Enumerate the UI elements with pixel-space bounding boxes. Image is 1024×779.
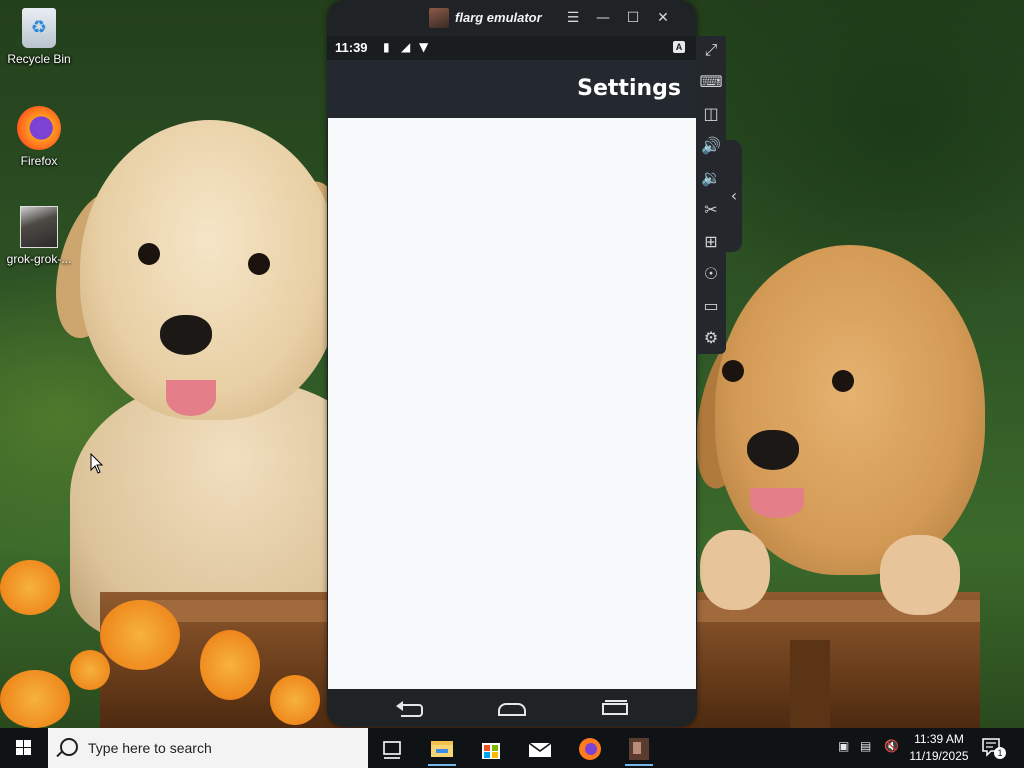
taskbar-search[interactable]: Type here to search <box>48 728 368 768</box>
firefox-icon <box>579 738 601 760</box>
emulator-window: flarg emulator ☰ — ☐ ✕ 11:39 ▮ ◢ ▼ A Set… <box>327 0 697 727</box>
emulator-title: flarg emulator <box>455 10 542 25</box>
emulator-toolbar: ⤢ ⌨ ◫ 🔊 🔉 ✂ ⊞ ☉ ▭ ⚙ <box>696 36 726 354</box>
close-icon[interactable]: ✕ <box>652 8 674 28</box>
emulator-titlebar[interactable]: flarg emulator ☰ — ☐ ✕ <box>327 0 697 36</box>
flower <box>100 600 180 670</box>
fullscreen-icon[interactable]: ⤢ <box>699 38 723 62</box>
multi-instance-icon[interactable]: ⊞ <box>699 230 723 254</box>
android-status-bar: 11:39 ▮ ◢ ▼ A <box>327 36 697 60</box>
task-view-icon <box>383 741 401 759</box>
mail-icon <box>528 742 552 757</box>
puppy-tongue <box>750 488 804 518</box>
settings-content <box>328 118 696 689</box>
flower <box>0 560 60 615</box>
recycle-bin-icon <box>22 8 56 48</box>
puppy-eye <box>248 253 270 275</box>
flower <box>0 670 70 728</box>
flower <box>270 675 320 725</box>
flarg-emulator-icon <box>629 738 649 760</box>
taskbar: Type here to search ▣ ▤ 🔇 11:39 AM 11/19… <box>0 728 1024 768</box>
windows-logo-icon <box>16 740 31 755</box>
active-indicator <box>625 764 653 766</box>
puppy-nose <box>160 315 212 355</box>
search-icon <box>60 738 78 756</box>
keyboard-icon[interactable]: ⌨ <box>699 70 723 94</box>
puppy-left-head <box>80 120 340 420</box>
firefox-icon <box>17 106 61 150</box>
network-icon[interactable]: ▤ <box>860 739 871 779</box>
desktop-icon-label: Recycle Bin <box>7 52 71 66</box>
image-file-icon <box>20 206 58 248</box>
puppy-eye <box>832 370 854 392</box>
puppy-tongue <box>166 380 216 416</box>
volume-up-icon[interactable]: 🔊 <box>699 134 723 158</box>
clock-time: 11:39 AM <box>914 732 964 746</box>
shake-icon[interactable]: ▭ <box>699 294 723 318</box>
flower <box>70 650 110 690</box>
flower <box>200 630 260 700</box>
status-badge: A <box>673 41 685 53</box>
location-icon[interactable]: ☉ <box>699 262 723 286</box>
toolbar-collapse-handle[interactable]: ‹ <box>726 140 742 252</box>
recent-apps-icon[interactable] <box>602 699 628 717</box>
puppy-eye <box>722 360 744 382</box>
install-apk-icon[interactable]: ◫ <box>699 102 723 126</box>
desktop-icon-recycle-bin[interactable]: Recycle Bin <box>1 8 77 66</box>
mail-button[interactable] <box>520 732 560 766</box>
active-indicator <box>428 764 456 766</box>
puppy-paw <box>880 535 960 615</box>
android-nav-bar <box>327 689 697 727</box>
menu-icon[interactable]: ☰ <box>562 8 584 28</box>
back-icon[interactable] <box>395 699 423 717</box>
puppy-paw <box>700 530 770 610</box>
wifi-icon: ▼ <box>419 40 429 54</box>
maximize-icon[interactable]: ☐ <box>622 8 644 28</box>
store-button[interactable] <box>471 732 511 766</box>
minimize-icon[interactable]: — <box>592 8 614 28</box>
store-icon <box>482 743 500 759</box>
home-icon[interactable] <box>498 699 526 717</box>
crate-post <box>790 640 830 728</box>
chevron-left-icon[interactable]: ‹ <box>727 186 741 206</box>
battery-icon: ▮ <box>383 40 390 54</box>
start-button[interactable] <box>0 728 48 768</box>
app-bar: Settings <box>327 60 697 118</box>
desktop-icon-grok[interactable]: grok-grok-... <box>1 206 77 266</box>
volume-muted-icon[interactable]: 🔇 <box>884 739 899 779</box>
settings-icon[interactable]: ⚙ <box>699 326 723 350</box>
screenshot-icon[interactable]: ✂ <box>699 198 723 222</box>
flarg-emulator-button[interactable] <box>619 732 659 766</box>
firefox-button[interactable] <box>570 732 610 766</box>
taskbar-clock[interactable]: 11:39 AM 11/19/2025 <box>904 731 974 765</box>
notification-count: 1 <box>994 747 1006 759</box>
file-explorer-icon <box>431 741 453 757</box>
volume-down-icon[interactable]: 🔉 <box>699 166 723 190</box>
page-title: Settings <box>577 76 681 101</box>
task-view-button[interactable] <box>372 732 412 766</box>
notification-center-button[interactable]: 1 <box>980 736 1006 759</box>
status-time: 11:39 <box>335 40 368 55</box>
search-placeholder: Type here to search <box>88 740 212 756</box>
puppy-nose <box>747 430 799 470</box>
desktop-icon-label: grok-grok-... <box>6 252 72 266</box>
desktop-icon-label: Firefox <box>20 154 58 168</box>
puppy-eye <box>138 243 160 265</box>
flarg-emulator-icon <box>429 8 449 28</box>
file-explorer-button[interactable] <box>422 732 462 766</box>
desktop-icon-firefox[interactable]: Firefox <box>1 106 77 168</box>
clock-date: 11/19/2025 <box>909 749 969 763</box>
meet-now-icon[interactable]: ▣ <box>838 739 849 779</box>
signal-icon: ◢ <box>401 40 411 54</box>
puppy-right-head <box>715 245 985 575</box>
